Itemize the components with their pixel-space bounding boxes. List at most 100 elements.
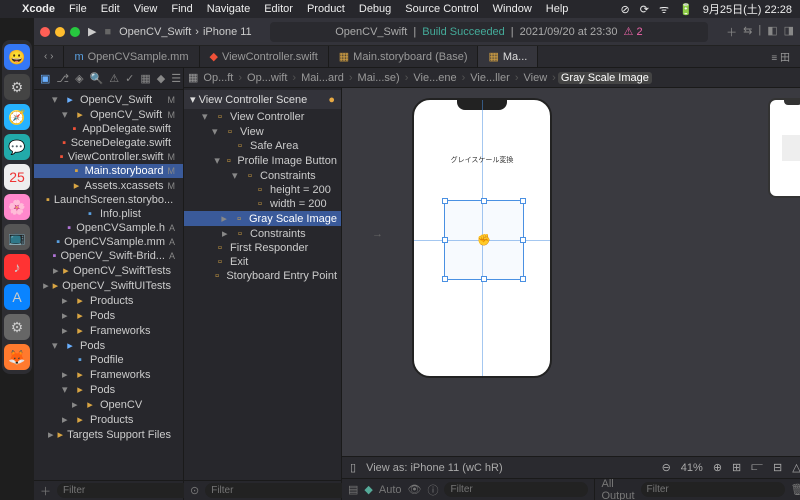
outline-item[interactable]: ▫height = 200 [184, 183, 341, 197]
nav-item[interactable]: ▪OpenCV_Swift-Brid...A [34, 249, 183, 263]
find-navigator-icon[interactable]: 🔍 [90, 72, 104, 85]
outline-item[interactable]: ▫Exit [184, 255, 341, 269]
dock-app[interactable]: 📺 [4, 224, 30, 250]
view-as-label[interactable]: View as: iPhone 11 (wC hR) [366, 462, 503, 474]
menu-debug[interactable]: Debug [359, 3, 391, 15]
test-navigator-icon[interactable]: ✓ [125, 72, 134, 85]
nav-item[interactable]: ▸▸OpenCV_SwiftTests [34, 263, 183, 278]
nav-item[interactable]: ▪SceneDelegate.swift [34, 136, 183, 150]
zoom-level[interactable]: 41% [681, 462, 703, 474]
nav-item[interactable]: ▸▸Frameworks [34, 367, 183, 382]
resize-handle[interactable] [520, 198, 526, 204]
ib-canvas[interactable]: → グレイスケール変換 [342, 88, 800, 456]
device-config-icon[interactable]: ▯ [350, 461, 356, 474]
zoom-out-button[interactable]: ⊖ [662, 461, 671, 474]
variables-filter[interactable] [444, 482, 588, 497]
jump-seg[interactable]: Vie...ller [467, 72, 513, 84]
editor-tab[interactable]: ▦Ma... [478, 46, 538, 67]
console-scope[interactable]: All Output [601, 478, 634, 500]
outline-item[interactable]: ▾▫Constraints [184, 168, 341, 183]
outline-item[interactable]: ▾▫View Controller [184, 109, 341, 124]
dock-appstore[interactable]: A [4, 284, 30, 310]
dock-photos[interactable]: 🌸 [4, 194, 30, 220]
scheme-selector[interactable]: OpenCV_Swift › iPhone 11 [119, 26, 252, 38]
resize-handle[interactable] [520, 276, 526, 282]
zoom-in-button[interactable]: ⊕ [713, 461, 722, 474]
filter-icon[interactable]: ⊙ [190, 484, 199, 497]
info-icon[interactable]: ⓘ [427, 482, 438, 498]
outline-item[interactable]: ▫Safe Area [184, 139, 341, 153]
stop-button[interactable]: ■ [104, 26, 111, 38]
navigator-filter[interactable] [57, 483, 201, 498]
eye-icon[interactable]: 👁 [408, 483, 422, 496]
outline-item[interactable]: ▾▫View [184, 124, 341, 139]
symbol-navigator-icon[interactable]: ◈ [75, 72, 83, 85]
dock-settings[interactable]: ⚙ [4, 314, 30, 340]
dock-music[interactable]: ♪ [4, 254, 30, 280]
preview-device[interactable] [768, 98, 800, 198]
nav-item[interactable]: ▪AppDelegate.swift [34, 122, 183, 136]
menu-window[interactable]: Window [493, 3, 532, 15]
nav-item[interactable]: ▪OpenCVSample.hA [34, 221, 183, 235]
outline-item[interactable]: ▫First Responder [184, 241, 341, 255]
dock-app[interactable]: ⚙ [4, 74, 30, 100]
menu-file[interactable]: File [69, 3, 87, 15]
related-items-icon[interactable]: ▦ [188, 71, 198, 84]
dock-firefox[interactable]: 🦊 [4, 344, 30, 370]
source-control-navigator-icon[interactable]: ⎇ [56, 72, 69, 85]
status-icon[interactable]: ⊘ [621, 3, 630, 16]
resize-handle[interactable] [520, 237, 526, 243]
breakpoint-toggle[interactable]: ◆ [364, 483, 372, 496]
nav-item[interactable]: ▪Main.storyboardM [34, 164, 183, 178]
menu-product[interactable]: Product [307, 3, 345, 15]
selected-imageview[interactable]: ✊ [444, 200, 524, 280]
editor-tab[interactable]: ▦Main.storyboard (Base) [329, 46, 479, 67]
resize-handle[interactable] [481, 276, 487, 282]
wifi-icon[interactable]: ᯤ [659, 2, 669, 17]
pin-icon[interactable]: ⊟ [773, 461, 782, 474]
debug-toggle[interactable]: ▤ [348, 483, 358, 496]
issue-navigator-icon[interactable]: ⚠ [109, 72, 119, 85]
jump-seg[interactable]: Mai...ard [298, 72, 347, 84]
outline-item[interactable]: ▾▫Profile Image Button [184, 153, 341, 168]
nav-item[interactable]: ▾▸OpenCV_SwiftM [34, 107, 183, 122]
nav-item[interactable]: ▾▸Pods [34, 382, 183, 397]
nav-item[interactable]: ▸▸OpenCV_SwiftUITests [34, 278, 183, 293]
activity-view[interactable]: OpenCV_Swift | Build Succeeded | 2021/09… [270, 22, 708, 42]
tab-back[interactable]: ‹ › [34, 46, 64, 67]
align-icon[interactable]: ⫍ [751, 461, 763, 474]
nav-item[interactable]: ▸▸Products [34, 293, 183, 308]
resize-handle[interactable] [481, 198, 487, 204]
nav-item[interactable]: ▸▸Targets Support Files [34, 427, 183, 442]
nav-item[interactable]: ▸▸Pods [34, 308, 183, 323]
console-filter[interactable] [641, 482, 785, 497]
minimize-button[interactable] [55, 27, 65, 37]
menu-source-control[interactable]: Source Control [405, 3, 478, 15]
constraints-icon[interactable]: ⊞ [732, 461, 741, 474]
nav-item[interactable]: ▪OpenCVSample.mmA [34, 235, 183, 249]
status-icon[interactable]: ⟳ [640, 3, 649, 16]
editor-tab[interactable]: ◆ViewController.swift [200, 46, 329, 67]
nav-item[interactable]: ▾▸Pods [34, 338, 183, 353]
resize-handle[interactable] [442, 276, 448, 282]
toggle-left-panel[interactable]: ◧ [767, 24, 777, 40]
nav-item[interactable]: ▪LaunchScreen.storybo... [34, 193, 183, 207]
menu-help[interactable]: Help [546, 3, 569, 15]
breakpoint-navigator-icon[interactable]: ◆ [157, 72, 165, 85]
add-button[interactable]: ＋ [40, 483, 51, 499]
outline-filter[interactable] [205, 483, 349, 498]
report-navigator-icon[interactable]: ☰ [171, 72, 181, 85]
clear-console-icon[interactable]: 🗑 [791, 483, 800, 496]
jump-seg[interactable]: Gray Scale Image [558, 72, 652, 84]
nav-item[interactable]: ▪Podfile [34, 353, 183, 367]
app-menu[interactable]: Xcode [22, 3, 55, 15]
battery-icon[interactable]: 🔋 [679, 3, 693, 16]
menu-view[interactable]: View [134, 3, 158, 15]
device-frame[interactable]: グレイスケール変換 ✊ [412, 98, 552, 378]
nav-item[interactable]: ▪ViewController.swiftM [34, 150, 183, 164]
resize-handle[interactable] [442, 198, 448, 204]
dock-finder[interactable]: 😀 [4, 44, 30, 70]
jump-seg[interactable]: View [521, 72, 551, 84]
toggle-right-panel[interactable]: ◨ [784, 24, 794, 40]
nav-item[interactable]: ▾▸OpenCV_SwiftM [34, 92, 183, 107]
